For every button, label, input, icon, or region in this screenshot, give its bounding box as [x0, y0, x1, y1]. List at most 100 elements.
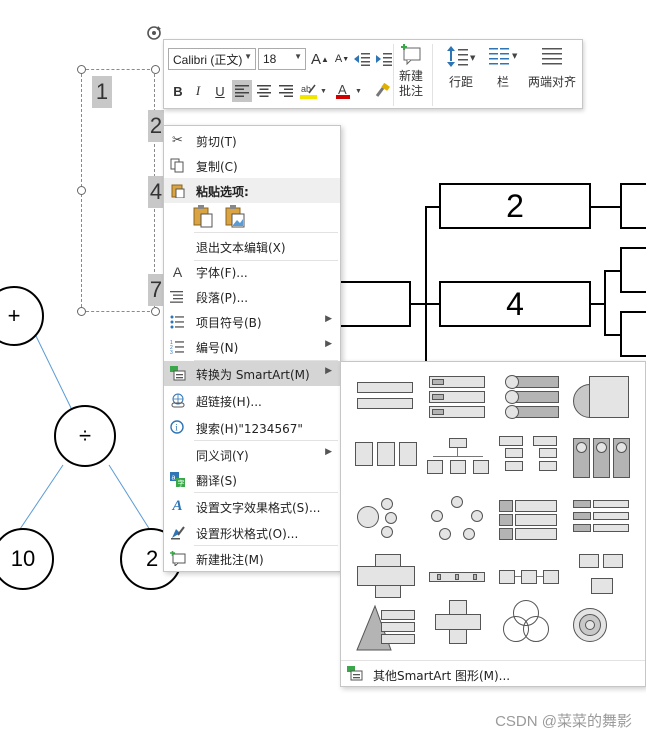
shrink-font-button[interactable]: A ▼	[332, 48, 352, 70]
resize-handle[interactable]	[151, 307, 160, 316]
smartart-layout-vertical-bullet-list[interactable]	[423, 370, 493, 426]
svg-text:▼: ▼	[320, 88, 327, 95]
submenu-arrow-icon: ▶	[325, 314, 332, 324]
menu-item-convert-smartart[interactable]: 转换为 SmartArt(M) ▶	[164, 361, 340, 386]
highlight-button[interactable]: ab ▼	[298, 80, 328, 102]
smartart-layout-target[interactable]	[567, 598, 637, 654]
smartart-layout-chevron-list[interactable]	[495, 494, 565, 550]
font-size-field[interactable]: 18 ▼	[258, 48, 306, 70]
menu-item-exit-text-edit[interactable]: 退出文本编辑(X)	[164, 234, 340, 259]
menu-item-hyperlink[interactable]: 超链接(H)...	[164, 388, 340, 413]
smartart-layout-hierarchy[interactable]	[423, 434, 493, 490]
line-spacing-button[interactable]: ▼ 行距	[443, 44, 479, 90]
tree-node-divide: ÷	[54, 405, 116, 467]
grow-font-button[interactable]: A ▲	[310, 48, 330, 70]
justify-icon	[542, 48, 562, 65]
format-painter-button[interactable]	[372, 80, 392, 102]
menu-item-translate[interactable]: a字 翻译(S)	[164, 467, 340, 492]
smartart-layout-radial-list[interactable]	[351, 494, 421, 550]
resize-handle[interactable]	[77, 307, 86, 316]
smartart-layout-cycle-list[interactable]	[567, 370, 637, 426]
paste-keep-format-icon	[193, 205, 213, 228]
smartart-layout-pyramid-list[interactable]	[351, 598, 421, 654]
font-size-value: 18	[263, 52, 277, 66]
font-color-button[interactable]: A ▼	[334, 80, 364, 102]
highlighter-icon: ab ▼	[300, 84, 327, 99]
tree-node-root-label: +	[7, 303, 21, 328]
smartart-layout-venn[interactable]	[495, 598, 565, 654]
italic-button[interactable]: I	[188, 80, 208, 102]
menu-item-text-effects[interactable]: A 设置文字效果格式(S)...	[164, 494, 340, 519]
diagram-connector	[604, 270, 606, 336]
menu-item-numbering[interactable]: 123 编号(N) ▶	[164, 334, 340, 359]
smartart-layout-picture-accent[interactable]	[567, 434, 637, 490]
smartart-layout-arrow-list[interactable]	[567, 494, 637, 550]
smartart-layout-horizontal-bullets[interactable]	[351, 434, 421, 490]
align-right-button[interactable]	[276, 80, 296, 102]
menu-item-numbering-label: 编号(N)	[196, 341, 239, 355]
link-icon	[169, 392, 186, 409]
grow-font-icon: A	[311, 50, 322, 68]
menu-item-paragraph[interactable]: 段落(P)...	[164, 284, 340, 309]
columns-icon: ▼	[489, 48, 518, 65]
paste-icon	[169, 182, 186, 199]
columns-button[interactable]: ▼ 栏	[486, 44, 520, 90]
menu-item-search[interactable]: i 搜索(H)"1234567"	[164, 415, 340, 440]
menu-item-new-comment[interactable]: 新建批注(M)	[164, 546, 340, 571]
menu-item-font[interactable]: A 字体(F)...	[164, 259, 340, 284]
align-center-button[interactable]	[254, 80, 274, 102]
chevron-down-icon: ▼	[244, 52, 252, 61]
menu-item-translate-label: 翻译(S)	[196, 474, 237, 488]
increase-indent-button[interactable]	[374, 48, 394, 70]
smartart-layout-basic-cycle[interactable]	[423, 494, 493, 550]
chevron-down-icon: ▼	[294, 52, 302, 61]
menu-item-bullets[interactable]: 项目符号(B) ▶	[164, 309, 340, 334]
diagram-box-right-mid	[620, 247, 646, 293]
diagram-box-4-label: 4	[506, 285, 524, 322]
menu-item-copy[interactable]: 复制(C)	[164, 153, 340, 178]
submenu-arrow-icon: ▶	[325, 447, 332, 457]
menu-item-new-comment-label: 新建批注(M)	[196, 553, 264, 567]
scissors-icon: ✂	[172, 133, 183, 148]
smartart-layout-matrix-arrows[interactable]	[423, 598, 493, 654]
textbox-line-7: 7	[148, 274, 164, 306]
svg-text:a: a	[171, 475, 175, 482]
smartart-layout-circle-list[interactable]	[495, 370, 565, 426]
underline-button[interactable]: U	[210, 80, 230, 102]
menu-item-synonyms[interactable]: 同义词(Y) ▶	[164, 442, 340, 467]
menu-separator	[194, 232, 338, 233]
menu-item-paragraph-label: 段落(P)...	[196, 291, 249, 305]
decrease-indent-button[interactable]	[352, 48, 372, 70]
watermark-text: CSDN @菜菜的舞影	[495, 713, 632, 730]
shape-format-icon	[169, 524, 186, 541]
paste-keep-format-button[interactable]	[192, 205, 214, 229]
bold-icon: B	[173, 83, 183, 99]
textbox-line-2-text: 2	[149, 113, 163, 138]
new-comment-icon	[401, 44, 421, 66]
menu-item-shape-format[interactable]: 设置形状格式(O)...	[164, 520, 340, 545]
align-center-icon	[257, 85, 271, 97]
svg-text:i: i	[175, 423, 178, 433]
rotate-handle-icon[interactable]	[145, 24, 163, 42]
smartart-layout-basic-block-list[interactable]	[351, 370, 421, 426]
more-smartart-graphics-item[interactable]: 其他SmartArt 图形(M)...	[341, 660, 645, 686]
resize-handle[interactable]	[77, 186, 86, 195]
resize-handle[interactable]	[77, 65, 86, 74]
paste-as-picture-button[interactable]	[224, 205, 246, 229]
bullets-icon	[169, 313, 186, 330]
resize-handle[interactable]	[151, 65, 160, 74]
menu-item-cut[interactable]: ✂ 剪切(T)	[164, 128, 340, 153]
menu-item-text-effects-label: 设置文字效果格式(S)...	[196, 501, 321, 515]
menu-separator	[194, 492, 338, 493]
smartart-layout-table-hierarchy[interactable]	[495, 434, 565, 490]
distributed-align-button[interactable]: 两端对齐	[524, 44, 580, 90]
font-name-field[interactable]: Calibri (正文) ▼	[168, 48, 256, 70]
align-right-icon	[279, 85, 293, 97]
menu-item-search-label: 搜索(H)"1234567"	[196, 422, 303, 436]
copy-icon	[169, 157, 186, 174]
bold-button[interactable]: B	[168, 80, 188, 102]
smartart-gallery: 其他SmartArt 图形(M)...	[340, 361, 646, 687]
translate-icon: a字	[169, 471, 186, 488]
align-left-button[interactable]	[232, 80, 252, 102]
new-comment-button[interactable]: 新建 批注	[396, 44, 426, 99]
